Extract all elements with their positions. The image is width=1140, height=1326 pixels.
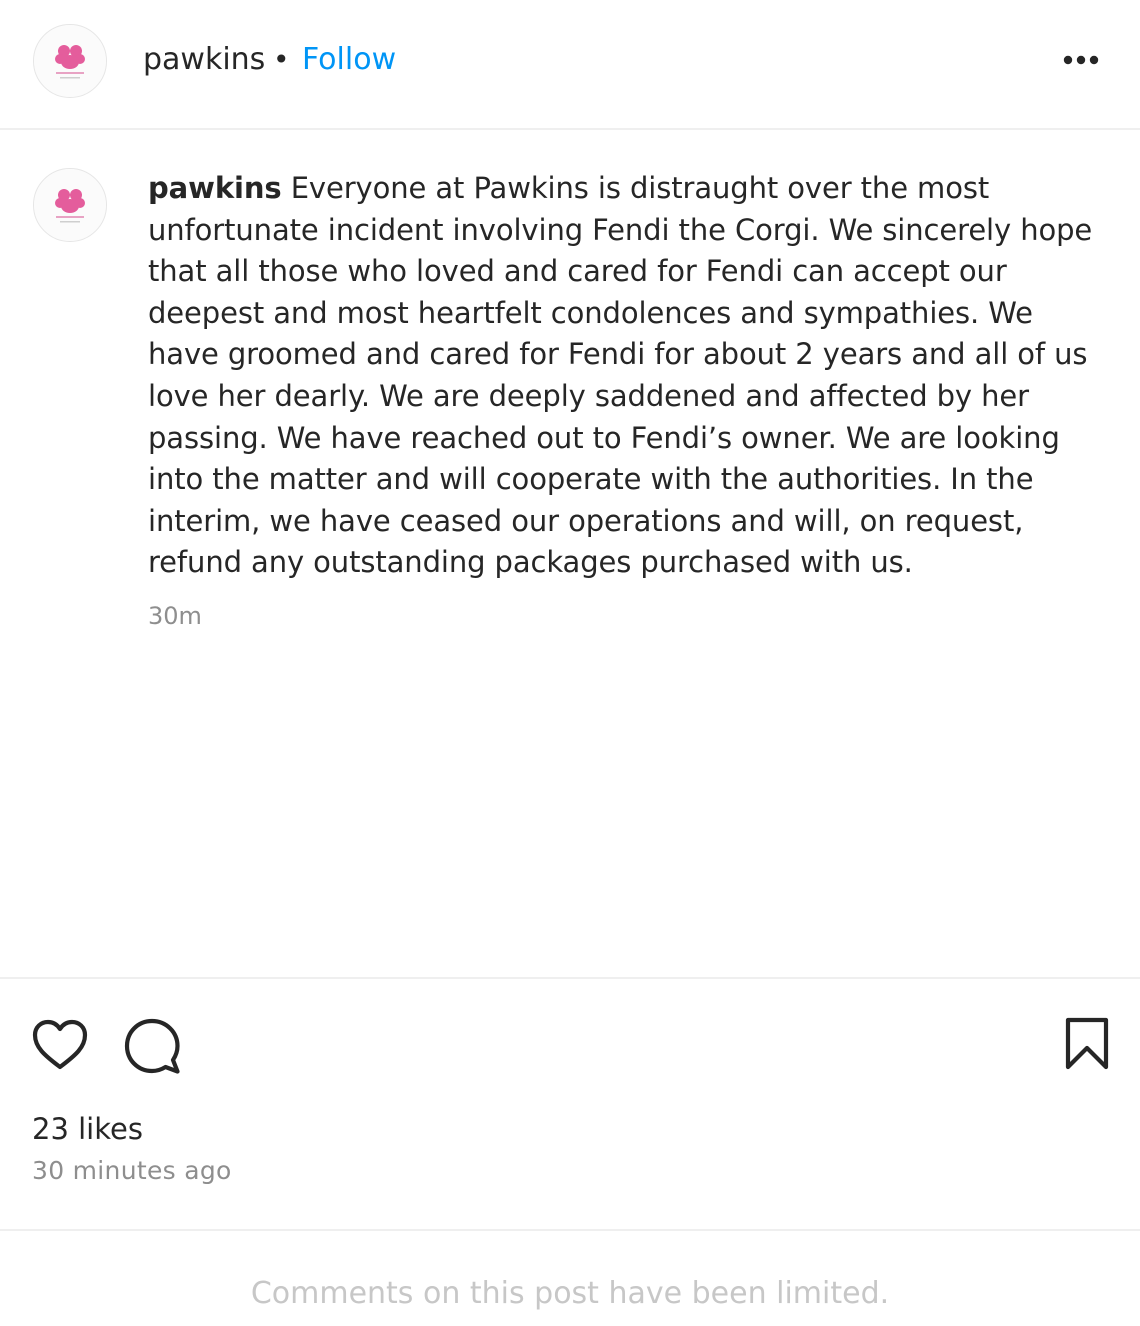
likes-count[interactable]: 23 likes <box>32 1107 143 1151</box>
caption-timestamp: 30m <box>148 602 202 630</box>
comment-icon[interactable] <box>122 1016 182 1076</box>
comments-limited-notice: Comments on this post have been limited. <box>250 1276 890 1311</box>
post-caption: pawkins Everyone at Pawkins is distraugh… <box>148 168 1108 584</box>
pawkins-logo-icon <box>34 25 106 97</box>
heart-icon[interactable] <box>30 1017 90 1073</box>
post-actions: 23 likes 30 minutes ago <box>0 977 1140 1231</box>
profile-avatar[interactable] <box>33 24 107 98</box>
post-time: 30 minutes ago <box>32 1156 232 1185</box>
more-options-icon[interactable] <box>1058 40 1104 80</box>
caption-username[interactable]: pawkins <box>148 171 282 205</box>
follow-button[interactable]: Follow <box>302 38 396 82</box>
pawkins-logo-icon <box>34 169 106 241</box>
separator-dot: • <box>273 43 290 76</box>
header-username[interactable]: pawkins <box>143 38 265 82</box>
caption-avatar[interactable] <box>33 168 107 242</box>
caption-text: Everyone at Pawkins is distraught over t… <box>148 171 1093 580</box>
post-header: pawkins • Follow <box>0 0 1140 130</box>
bookmark-icon[interactable] <box>1060 1015 1114 1073</box>
